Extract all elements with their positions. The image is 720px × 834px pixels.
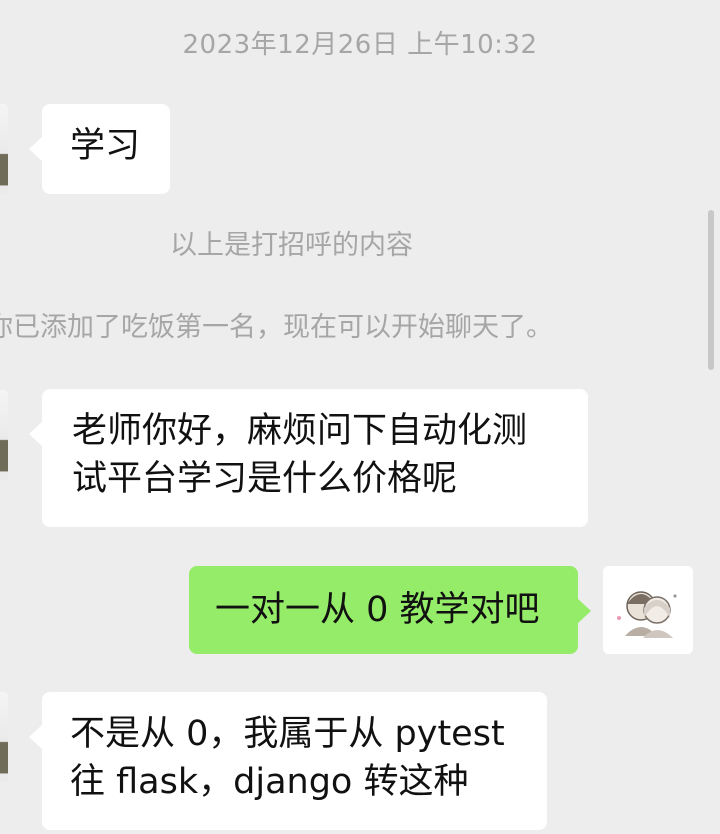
message-bubble-outgoing[interactable]: 一对一从 0 教学对吧: [189, 566, 591, 654]
message-text: 一对一从 0 教学对吧: [215, 590, 540, 630]
message-text: 不是从 0，我属于从 pytest 往 flask，django 转这种: [70, 714, 505, 802]
message-bubble-incoming[interactable]: 学习: [29, 104, 170, 194]
greeting-divider-text: 以上是打招呼的内容: [170, 230, 413, 261]
contact-avatar[interactable]: [0, 390, 8, 480]
message-text: 老师你好，麻烦问下自动化测试平台学习是什么价格呢: [72, 411, 528, 499]
my-avatar[interactable]: [603, 566, 693, 654]
friend-added-notice: 你已添加了吃饭第一名，现在可以开始聊天了。: [0, 312, 553, 343]
contact-avatar[interactable]: [0, 692, 8, 782]
chat-timestamp: 2023年12月26日 上午10:32: [182, 30, 538, 60]
contact-avatar[interactable]: [0, 104, 8, 194]
chat-scrollbar[interactable]: [708, 210, 714, 370]
message-text: 学习: [70, 126, 141, 166]
message-bubble-incoming[interactable]: 不是从 0，我属于从 pytest 往 flask，django 转这种: [29, 692, 547, 830]
message-bubble-incoming[interactable]: 老师你好，麻烦问下自动化测试平台学习是什么价格呢: [29, 389, 588, 527]
couple-illustration-avatar-icon: [603, 566, 693, 654]
